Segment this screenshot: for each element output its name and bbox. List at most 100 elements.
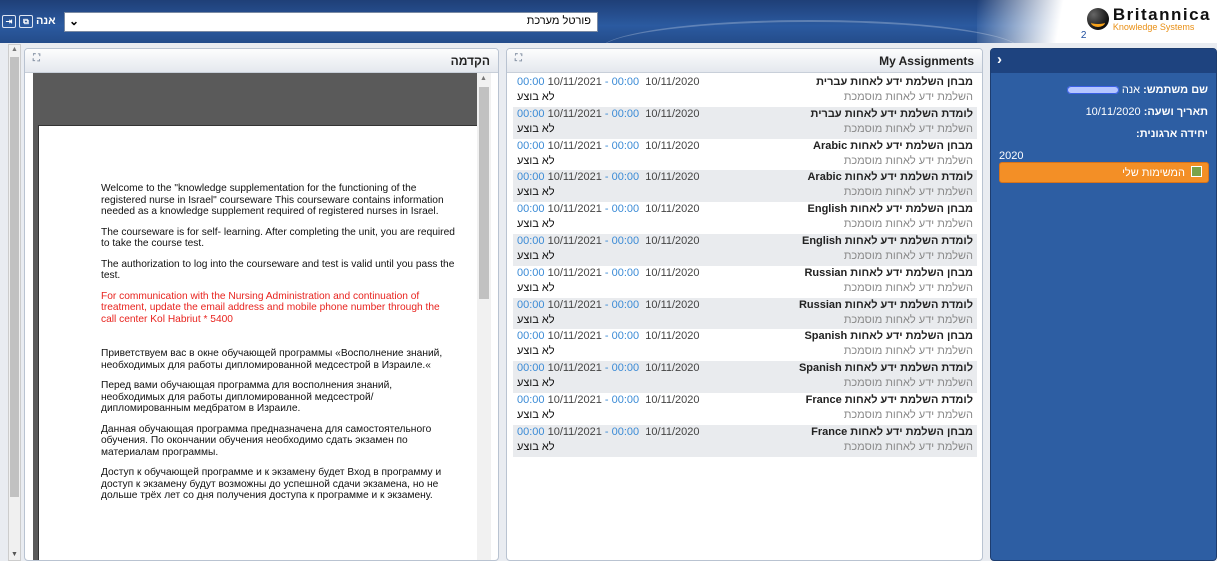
start-time: 00:00 — [611, 139, 640, 152]
assignment-status: לא בוצע — [517, 281, 555, 294]
logo-badge: 2 — [1080, 30, 1087, 41]
username-value: אנה — [1121, 84, 1141, 96]
assignment-name[interactable]: לומדת השלמת ידע לאחות Arabic — [807, 171, 973, 183]
assignment-dates: 00:00 10/11/2021 - 00:00 10/11/2020 — [517, 107, 700, 120]
start-date: 10/11/2020 — [645, 203, 700, 216]
user-info: שם משתמש: אנה תאריך ושעה: 10/11/2020 יחי… — [991, 73, 1216, 167]
intro-panel: ⛶ הקדמה Welcome to the "knowledge supple… — [24, 48, 499, 561]
intro-scrollbar[interactable]: ▲ — [477, 73, 491, 560]
intro-paragraph: The authorization to log into the course… — [101, 258, 455, 282]
end-date: 10/11/2021 — [547, 171, 602, 184]
end-time: 00:00 — [517, 330, 545, 343]
start-time: 00:00 — [611, 425, 640, 438]
assignment-name[interactable]: מבחן השלמת ידע לאחות Spanish — [804, 330, 973, 342]
assignment-row[interactable]: 00:00 10/11/2021 - 00:00 10/11/2020 לומדת… — [513, 361, 977, 393]
logo-globe-icon — [1086, 8, 1109, 30]
start-date: 10/11/2020 — [645, 425, 700, 438]
intro-panel-header: ⛶ הקדמה — [25, 49, 498, 73]
assignment-dates: 00:00 10/11/2021 - 00:00 10/11/2020 — [517, 203, 700, 216]
assignment-row[interactable]: 00:00 10/11/2021 - 00:00 10/11/2020 מבחן … — [513, 139, 977, 171]
assignment-name[interactable]: מבחן השלמת ידע לאחות Arabic — [813, 140, 973, 152]
end-date: 10/11/2021 — [547, 234, 602, 247]
expand-icon[interactable]: ⛶ — [33, 53, 40, 64]
assignment-name[interactable]: מבחן השלמת ידע לאחות France — [811, 426, 973, 438]
assignment-description: השלמת ידע לאחות מוסמכת — [843, 281, 973, 294]
collapse-chevron-icon[interactable]: › — [997, 51, 1002, 68]
assignment-name[interactable]: לומדת השלמת ידע לאחות Russian — [799, 299, 973, 311]
logout-icon[interactable]: ⇥ — [2, 14, 16, 28]
my-tasks-button[interactable]: המשימות שלי — [999, 162, 1209, 183]
assignments-title: My Assignments — [879, 54, 974, 68]
portal-select-value: פורטל מערכת — [526, 15, 591, 27]
intro-paragraph: Welcome to the "knowledge supplementatio… — [101, 183, 444, 217]
end-date: 10/11/2021 — [547, 362, 602, 375]
intro-document-viewer: Welcome to the "knowledge supplementatio… — [33, 73, 491, 560]
scroll-up-icon[interactable]: ▲ — [480, 75, 487, 82]
user-sidebar: › שם משתמש: אנה תאריך ושעה: 10/11/2020 י… — [990, 48, 1217, 561]
start-time: 00:00 — [611, 107, 640, 120]
end-time: 00:00 — [517, 171, 545, 184]
portal-select[interactable]: ⌄ פורטל מערכת — [64, 12, 598, 32]
expand-icon[interactable]: ⛶ — [515, 53, 522, 64]
assignment-name[interactable]: לומדת השלמת ידע לאחות France — [806, 394, 973, 406]
top-bar: ⇥ ⧉ אנה ⌄ פורטל מערכת 2 Britannica Knowl… — [0, 0, 1217, 43]
assignment-description: השלמת ידע לאחות מוסמכת — [843, 440, 973, 453]
intro-scrollbar-thumb[interactable] — [479, 87, 489, 299]
start-time: 00:00 — [611, 266, 640, 279]
assignment-description: השלמת ידע לאחות מוסמכת — [843, 345, 973, 358]
assignments-list: 00:00 10/11/2021 - 00:00 10/11/2020 מבחן … — [513, 75, 977, 457]
end-time: 00:00 — [517, 203, 545, 216]
end-time: 00:00 — [517, 425, 545, 438]
assignment-status: לא בוצע — [517, 377, 555, 390]
end-date: 10/11/2021 — [547, 393, 602, 406]
switch-window-icon[interactable]: ⧉ — [19, 14, 33, 28]
start-time: 00:00 — [611, 330, 640, 343]
assignment-row[interactable]: 00:00 10/11/2021 - 00:00 10/11/2020 מבחן … — [513, 329, 977, 361]
intro-paragraph: Приветствуем вас в окне обучающей програ… — [101, 348, 443, 371]
page-scrollbar[interactable]: ▲ ▼ — [8, 44, 21, 561]
end-time: 00:00 — [517, 234, 545, 247]
assignment-row[interactable]: 00:00 10/11/2021 - 00:00 10/11/2020 מבחן … — [513, 202, 977, 234]
assignment-row[interactable]: 00:00 10/11/2021 - 00:00 10/11/2020 לומדת… — [513, 297, 977, 330]
assignment-name[interactable]: לומדת השלמת ידע לאחות Spanish — [799, 362, 973, 374]
intro-contact-notice: For communication with the Nursing Admin… — [101, 290, 440, 325]
assignment-row[interactable]: 00:00 10/11/2021 - 00:00 10/11/2020 מבחן … — [513, 75, 977, 107]
assignment-name[interactable]: מבחן השלמת ידע לאחות Russian — [804, 267, 973, 279]
assignment-dates: 00:00 10/11/2021 - 00:00 10/11/2020 — [517, 298, 700, 311]
tasks-icon — [1191, 166, 1202, 177]
page-scrollbar-thumb[interactable] — [10, 57, 19, 497]
date-value: 10/11/2020 — [1085, 106, 1141, 118]
end-date: 10/11/2021 — [547, 298, 602, 311]
end-time: 00:00 — [517, 266, 545, 279]
assignment-row[interactable]: 00:00 10/11/2021 - 00:00 10/11/2020 מבחן … — [513, 266, 977, 298]
assignment-row[interactable]: 00:00 10/11/2021 - 00:00 10/11/2020 לומדת… — [513, 393, 977, 425]
scroll-up-icon[interactable]: ▲ — [11, 46, 18, 53]
assignment-row[interactable]: 00:00 10/11/2021 - 00:00 10/11/2020 לומדת… — [513, 106, 977, 139]
assignment-status: לא בוצע — [517, 408, 555, 421]
end-time: 00:00 — [517, 393, 545, 406]
end-date: 10/11/2021 — [547, 139, 602, 152]
assignment-status: לא בוצע — [517, 91, 555, 103]
start-date: 10/11/2020 — [645, 298, 700, 311]
assignment-row[interactable]: 00:00 10/11/2021 - 00:00 10/11/2020 לומדת… — [513, 170, 977, 203]
header-swoosh — [600, 20, 1020, 43]
end-date: 10/11/2021 — [547, 266, 602, 279]
start-date: 10/11/2020 — [645, 266, 700, 279]
assignment-name[interactable]: לומדת השלמת ידע לאחות English — [802, 235, 973, 247]
logo-brand: Britannica — [1112, 5, 1211, 24]
user-name[interactable]: אנה — [36, 15, 56, 27]
assignment-name[interactable]: מבחן השלמת ידע לאחות English — [808, 203, 973, 215]
scroll-down-icon[interactable]: ▼ — [11, 551, 18, 558]
user-tools: ⇥ ⧉ אנה — [2, 12, 56, 30]
intro-paragraph: Перед вами обучающая программа для воспо… — [101, 380, 393, 414]
end-date: 10/11/2021 — [547, 76, 602, 88]
assignment-row[interactable]: 00:00 10/11/2021 - 00:00 10/11/2020 לומדת… — [513, 233, 977, 266]
intro-paragraph: Данная обучающая программа предназначена… — [101, 423, 432, 458]
intro-document-page: Welcome to the "knowledge supplementatio… — [38, 125, 478, 560]
assignments-panel-header: ⛶ My Assignments — [507, 49, 982, 73]
assignment-status: לא בוצע — [517, 249, 555, 262]
assignment-row[interactable]: 00:00 10/11/2021 - 00:00 10/11/2020 מבחן … — [513, 424, 977, 457]
assignment-name[interactable]: מבחן השלמת ידע לאחות עברית — [816, 76, 973, 88]
assignment-name[interactable]: לומדת השלמת ידע לאחות עברית — [811, 108, 973, 120]
assignment-description: השלמת ידע לאחות מוסמכת — [843, 122, 973, 135]
